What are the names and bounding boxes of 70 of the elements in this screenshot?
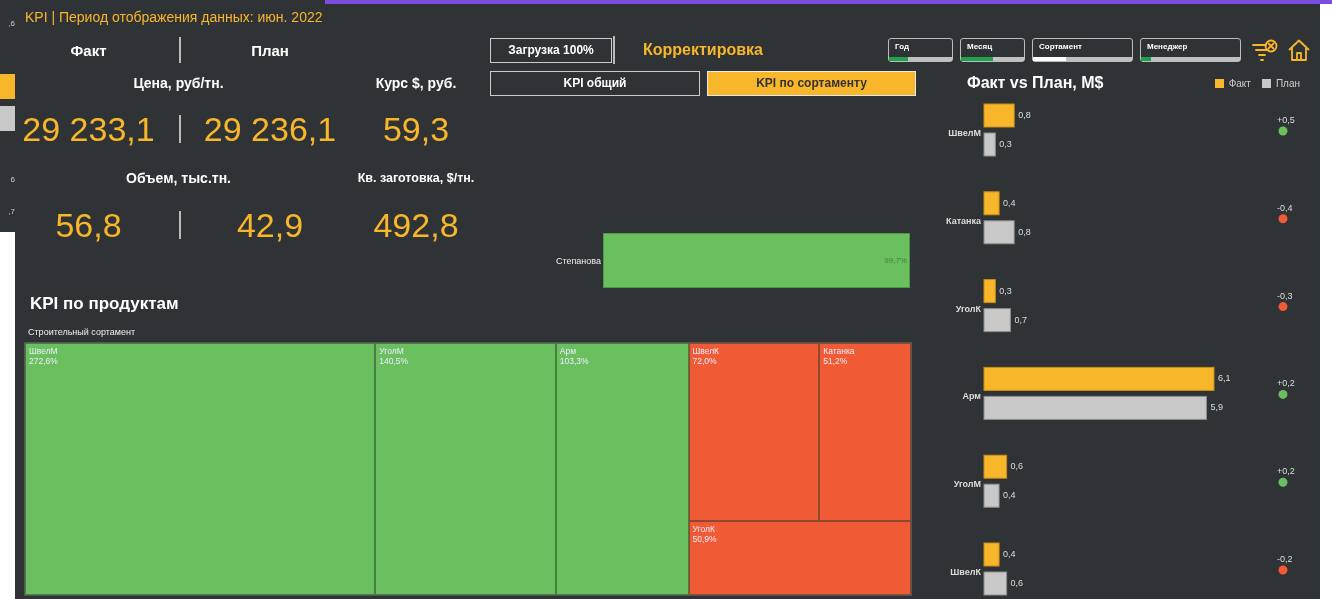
chart-value: ,7	[7, 207, 15, 217]
category-label: ШвелМ	[948, 128, 981, 138]
tile-name: Арм	[559, 345, 578, 356]
value-label: 0,6	[1010, 578, 1024, 588]
value-label: 0,8	[1018, 226, 1031, 237]
value-label: 0,7	[1014, 314, 1027, 325]
value-label: 0,4	[1003, 549, 1016, 559]
metric-value: 492,8	[373, 205, 459, 245]
delta-value: +0,2	[1277, 378, 1295, 389]
tile-name: Катанка	[823, 345, 856, 356]
metric-value: 42,9	[236, 205, 304, 245]
metric-value: 29 233,1	[22, 109, 155, 149]
manager-name: Степанова	[554, 255, 602, 266]
delta-value: +0,5	[1277, 115, 1295, 125]
tile-name: УголК	[692, 523, 716, 534]
filter-dropdown[interactable]: Год	[888, 38, 953, 62]
chart-value: 6	[9, 175, 15, 185]
metric-value: 59,3	[382, 109, 450, 149]
category-label: ШвелК	[950, 567, 981, 577]
tile-value: 72,0%	[692, 355, 718, 366]
filter-dropdown[interactable]: Сортамент	[1032, 38, 1133, 62]
delta-value: +0,2	[1277, 466, 1295, 477]
metric-label: Цена, руб/тн.	[133, 75, 224, 91]
value-label: 0,4	[1003, 490, 1016, 501]
value-label: 0,3	[999, 139, 1012, 149]
metric-value: 29 236,1	[203, 109, 337, 149]
group-label: Строительный сортамент	[27, 325, 137, 339]
chart-bar	[0, 74, 15, 99]
chart-value: ,6	[7, 19, 15, 29]
mode-title: Корректировка	[643, 41, 763, 59]
dashboard-title: KPI | Период отображения данных: июн. 2022	[25, 9, 323, 25]
legend-label: Факт	[1228, 77, 1251, 89]
tile-value: 272,6%	[29, 355, 59, 366]
category-label: Арм	[962, 391, 981, 402]
section-title: KPI по продуктам	[29, 293, 180, 315]
category-label: Катанка	[946, 215, 981, 226]
metric-label: Курс $, руб.	[375, 75, 457, 91]
delta-value: -0,3	[1277, 290, 1293, 301]
value-label: 0,8	[1018, 110, 1031, 120]
value-label: 0,4	[1003, 197, 1016, 208]
column-header: План	[251, 41, 289, 59]
chart-title: Факт vs План, М$	[967, 74, 1104, 92]
tile-name: УголМ	[379, 345, 405, 356]
delta-value: -0,2	[1277, 554, 1293, 564]
metric-label: Кв. заготовка, $/тн.	[357, 171, 475, 185]
filter-dropdown[interactable]: Менеджер	[1140, 38, 1241, 62]
chart-bar	[0, 106, 15, 131]
delta-value: -0,4	[1277, 202, 1293, 213]
load-button[interactable]: Загрузка 100%	[490, 37, 612, 63]
filter-dropdown[interactable]: Месяц	[960, 38, 1025, 62]
tile-value: 50,9%	[692, 533, 718, 544]
tile-value: 140,5%	[379, 355, 410, 366]
metric-label: Объем, тыс.тн.	[126, 170, 231, 186]
tile-name: ШвелК	[692, 345, 721, 356]
category-label: УголМ	[953, 479, 981, 490]
tile-name: ШвелМ	[29, 345, 59, 356]
tab[interactable]: KPI общий	[490, 70, 700, 96]
value-label: 0,6	[1010, 461, 1024, 472]
tile-value: 103,3%	[559, 355, 590, 366]
value-label: 6,1	[1217, 373, 1231, 384]
tab[interactable]: KPI по сортаменту	[707, 70, 916, 96]
value-label: 5,9	[1210, 402, 1223, 413]
metric-value: 56,8	[55, 205, 122, 245]
legend-label: План	[1275, 77, 1300, 89]
tile-value: 51,2%	[823, 355, 849, 366]
home-icon[interactable]	[1288, 39, 1310, 61]
category-label: УголК	[955, 303, 981, 314]
column-header: Факт	[70, 41, 107, 59]
value-label: 0,3	[999, 285, 1012, 296]
clear-filter-icon[interactable]	[1252, 38, 1278, 62]
